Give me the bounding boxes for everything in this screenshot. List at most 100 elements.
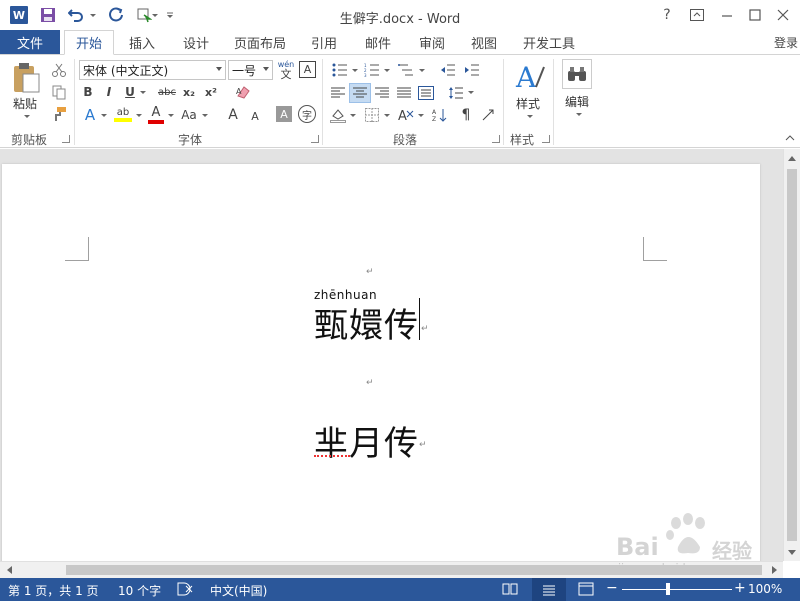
page-count-status[interactable]: 第 1 页，共 1 页: [8, 582, 99, 599]
highlight-dropdown-icon[interactable]: [136, 114, 142, 117]
cut-icon[interactable]: [50, 61, 68, 79]
show-marks-icon[interactable]: ¶: [456, 105, 476, 125]
bullets-dropdown-icon[interactable]: [352, 69, 358, 72]
borders-dropdown-icon[interactable]: [384, 114, 390, 117]
collapse-ribbon-icon[interactable]: [784, 133, 796, 143]
text-effects-icon[interactable]: A: [80, 105, 100, 125]
font-size-combo[interactable]: 一号: [228, 60, 273, 80]
change-case-button[interactable]: Aa: [178, 105, 200, 125]
chinese-layout-dropdown-icon[interactable]: [418, 114, 424, 117]
font-color-dropdown-icon[interactable]: [168, 114, 174, 117]
tab-mailings[interactable]: 邮件: [356, 30, 400, 54]
vertical-scrollbar[interactable]: [783, 149, 800, 561]
distributed-icon[interactable]: [416, 83, 436, 103]
numbering-icon[interactable]: 123: [362, 61, 382, 79]
styles-launcher-icon[interactable]: [542, 135, 550, 143]
binoculars-icon[interactable]: [562, 59, 592, 89]
subscript-button[interactable]: x₂: [180, 83, 198, 101]
tab-layout[interactable]: 页面布局: [228, 30, 292, 54]
document-line-1[interactable]: 甄嬛传: [314, 298, 419, 347]
phonetic-guide-button[interactable]: wén 文: [276, 59, 296, 81]
proofing-icon[interactable]: [176, 581, 194, 597]
vertical-scroll-thumb[interactable]: [787, 169, 797, 541]
minimize-button[interactable]: [714, 5, 740, 25]
italic-button[interactable]: I: [101, 83, 117, 101]
sign-in-link[interactable]: 登录: [774, 30, 798, 54]
shrink-font-button[interactable]: A: [246, 107, 264, 125]
ribbon-display-options-button[interactable]: [684, 5, 710, 25]
scroll-down-icon[interactable]: [787, 547, 797, 557]
tab-references[interactable]: 引用: [302, 30, 346, 54]
shading-dropdown-icon[interactable]: [350, 114, 356, 117]
paragraph-launcher-icon[interactable]: [492, 135, 500, 143]
bullets-icon[interactable]: [330, 61, 350, 79]
align-center-icon[interactable]: [349, 83, 371, 103]
tab-home[interactable]: 开始: [64, 30, 114, 55]
help-button[interactable]: ?: [654, 5, 680, 25]
sort-icon[interactable]: AZ: [430, 105, 450, 125]
web-layout-icon[interactable]: [576, 581, 596, 597]
editing-dropdown-icon[interactable]: [576, 113, 582, 116]
justify-icon[interactable]: [394, 83, 414, 103]
increase-indent-icon[interactable]: [462, 61, 482, 79]
read-mode-icon[interactable]: [500, 581, 520, 597]
underline-button[interactable]: U: [122, 83, 138, 101]
character-shading-icon[interactable]: A: [276, 106, 292, 122]
word-count-status[interactable]: 10 个字: [118, 582, 161, 599]
paste-button-label[interactable]: 粘贴: [13, 95, 37, 112]
zoom-slider-thumb[interactable]: [666, 583, 670, 595]
tab-file[interactable]: 文件: [0, 30, 60, 54]
line-spacing-icon[interactable]: [446, 83, 466, 103]
zoom-slider-track[interactable]: [622, 589, 732, 590]
clear-formatting-icon[interactable]: A: [232, 83, 254, 101]
tab-view[interactable]: 视图: [462, 30, 506, 54]
text-effects-dropdown-icon[interactable]: [101, 114, 107, 117]
font-color-button[interactable]: A: [146, 103, 166, 125]
scroll-left-icon[interactable]: [4, 565, 14, 575]
align-right-icon[interactable]: [372, 83, 392, 103]
styles-icon[interactable]: A: [512, 59, 548, 95]
paste-dropdown-icon[interactable]: [24, 115, 30, 118]
clipboard-launcher-icon[interactable]: [62, 135, 70, 143]
strikethrough-button[interactable]: abc: [155, 83, 179, 101]
superscript-button[interactable]: x²: [202, 83, 220, 101]
scroll-up-icon[interactable]: [787, 153, 797, 163]
borders-icon[interactable]: [362, 105, 382, 125]
maximize-button[interactable]: [742, 5, 768, 25]
horizontal-scroll-thumb[interactable]: [66, 565, 762, 575]
tab-design[interactable]: 设计: [174, 30, 218, 54]
numbering-dropdown-icon[interactable]: [384, 69, 390, 72]
close-button[interactable]: [770, 5, 796, 25]
tab-developer[interactable]: 开发工具: [514, 30, 584, 54]
zoom-in-button[interactable]: +: [734, 580, 746, 596]
chinese-layout-icon[interactable]: A: [396, 105, 416, 125]
language-status[interactable]: 中文(中国): [210, 582, 267, 599]
scroll-right-icon[interactable]: [769, 565, 779, 575]
styles-button-label[interactable]: 样式: [516, 95, 540, 112]
paste-icon[interactable]: [10, 61, 42, 95]
styles-dropdown-icon[interactable]: [527, 115, 533, 118]
enclose-characters-icon[interactable]: 字: [298, 105, 316, 123]
document-line-2[interactable]: 芈月传: [314, 416, 419, 465]
shading-button[interactable]: [328, 105, 348, 125]
zoom-level[interactable]: 100%: [748, 582, 782, 596]
bold-button[interactable]: B: [80, 83, 96, 101]
character-border-button[interactable]: A: [299, 61, 316, 78]
tab-review[interactable]: 审阅: [410, 30, 454, 54]
asian-typography-icon[interactable]: [478, 105, 498, 125]
zoom-out-button[interactable]: −: [606, 580, 618, 596]
editing-button-label[interactable]: 编辑: [565, 93, 589, 110]
tab-insert[interactable]: 插入: [120, 30, 164, 54]
font-launcher-icon[interactable]: [311, 135, 319, 143]
align-left-icon[interactable]: [328, 83, 348, 103]
line-spacing-dropdown-icon[interactable]: [468, 91, 474, 94]
format-painter-icon[interactable]: [50, 105, 68, 123]
copy-icon[interactable]: [50, 83, 68, 101]
horizontal-scrollbar[interactable]: [0, 561, 783, 578]
change-case-dropdown-icon[interactable]: [202, 114, 208, 117]
decrease-indent-icon[interactable]: [438, 61, 458, 79]
underline-dropdown-icon[interactable]: [140, 91, 146, 94]
highlight-color-button[interactable]: ab: [112, 103, 134, 125]
multilevel-list-icon[interactable]: [395, 61, 417, 79]
document-page[interactable]: ↵ zhēnhuan 甄嬛传 ↵ ↵ 芈月传 ↵: [2, 164, 760, 561]
